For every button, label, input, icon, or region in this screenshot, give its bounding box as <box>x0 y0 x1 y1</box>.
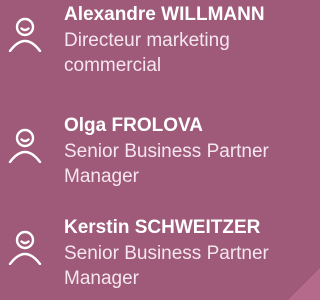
contact-text: Alexandre WILLMANN Directeur marketing c… <box>64 2 318 78</box>
corner-accent <box>280 260 320 300</box>
contact-text: Olga FROLOVA Senior Business Partner Man… <box>64 113 318 189</box>
contact-role: Directeur marketing commercial <box>64 30 230 76</box>
contact-name: Kerstin SCHWEITZER <box>64 217 261 238</box>
contact-list: Alexandre WILLMANN Directeur marketing c… <box>0 0 320 300</box>
person-icon <box>7 229 43 265</box>
contact-role: Senior Business Partner Manager <box>64 141 269 187</box>
person-icon <box>7 127 43 163</box>
person-icon <box>7 16 43 52</box>
contact-name: Alexandre WILLMANN <box>64 4 265 25</box>
contact-name: Olga FROLOVA <box>64 115 203 136</box>
